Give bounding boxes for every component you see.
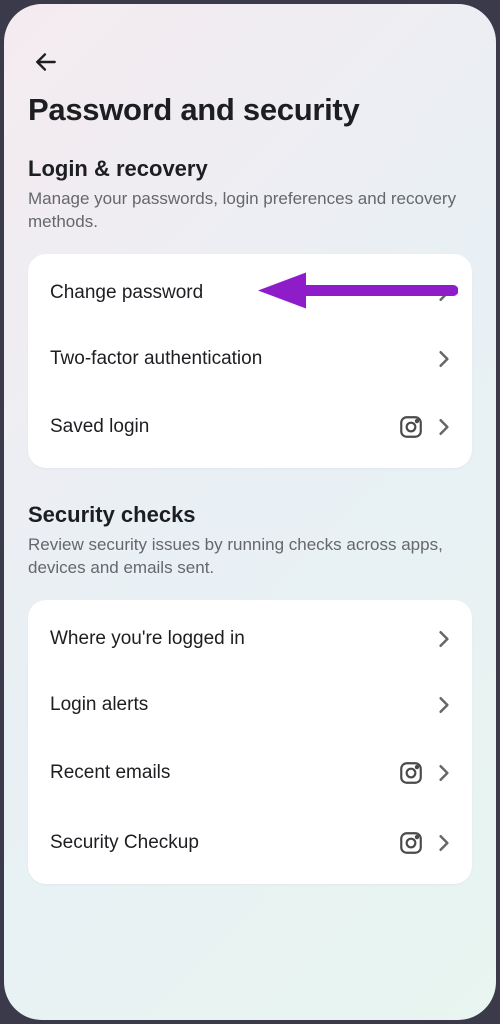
chevron-right-icon bbox=[438, 418, 450, 436]
row-right bbox=[438, 350, 450, 368]
instagram-icon bbox=[398, 760, 424, 786]
row-change-password[interactable]: Change password bbox=[28, 260, 472, 326]
chevron-right-icon bbox=[438, 764, 450, 782]
row-right bbox=[438, 284, 450, 302]
login-recovery-card: Change password Two-factor authenticatio… bbox=[28, 254, 472, 468]
row-right bbox=[398, 760, 450, 786]
row-login-alerts[interactable]: Login alerts bbox=[28, 672, 472, 738]
row-right bbox=[438, 696, 450, 714]
row-label: Recent emails bbox=[50, 762, 170, 784]
row-security-checkup[interactable]: Security Checkup bbox=[28, 808, 472, 878]
section-title-login-recovery: Login & recovery bbox=[28, 156, 472, 182]
row-label: Change password bbox=[50, 282, 203, 304]
chevron-right-icon bbox=[438, 284, 450, 302]
back-button[interactable] bbox=[28, 44, 64, 80]
section-title-security-checks: Security checks bbox=[28, 502, 472, 528]
chevron-right-icon bbox=[438, 630, 450, 648]
row-label: Where you're logged in bbox=[50, 628, 245, 650]
section-desc-login-recovery: Manage your passwords, login preferences… bbox=[28, 188, 472, 234]
row-two-factor-auth[interactable]: Two-factor authentication bbox=[28, 326, 472, 392]
security-checks-card: Where you're logged in Login alerts Rece… bbox=[28, 600, 472, 884]
instagram-icon bbox=[398, 414, 424, 440]
row-right bbox=[398, 414, 450, 440]
row-label: Two-factor authentication bbox=[50, 348, 262, 370]
page-title: Password and security bbox=[28, 92, 472, 128]
instagram-icon bbox=[398, 830, 424, 856]
back-arrow-icon bbox=[33, 49, 59, 75]
chevron-right-icon bbox=[438, 696, 450, 714]
row-saved-login[interactable]: Saved login bbox=[28, 392, 472, 462]
row-label: Security Checkup bbox=[50, 832, 199, 854]
section-desc-security-checks: Review security issues by running checks… bbox=[28, 534, 472, 580]
chevron-right-icon bbox=[438, 834, 450, 852]
chevron-right-icon bbox=[438, 350, 450, 368]
row-right bbox=[398, 830, 450, 856]
row-recent-emails[interactable]: Recent emails bbox=[28, 738, 472, 808]
screen: Password and security Login & recovery M… bbox=[4, 4, 496, 1020]
row-right bbox=[438, 630, 450, 648]
highlight-arrow-icon bbox=[258, 269, 458, 316]
row-label: Saved login bbox=[50, 416, 149, 438]
row-where-logged-in[interactable]: Where you're logged in bbox=[28, 606, 472, 672]
row-label: Login alerts bbox=[50, 694, 148, 716]
